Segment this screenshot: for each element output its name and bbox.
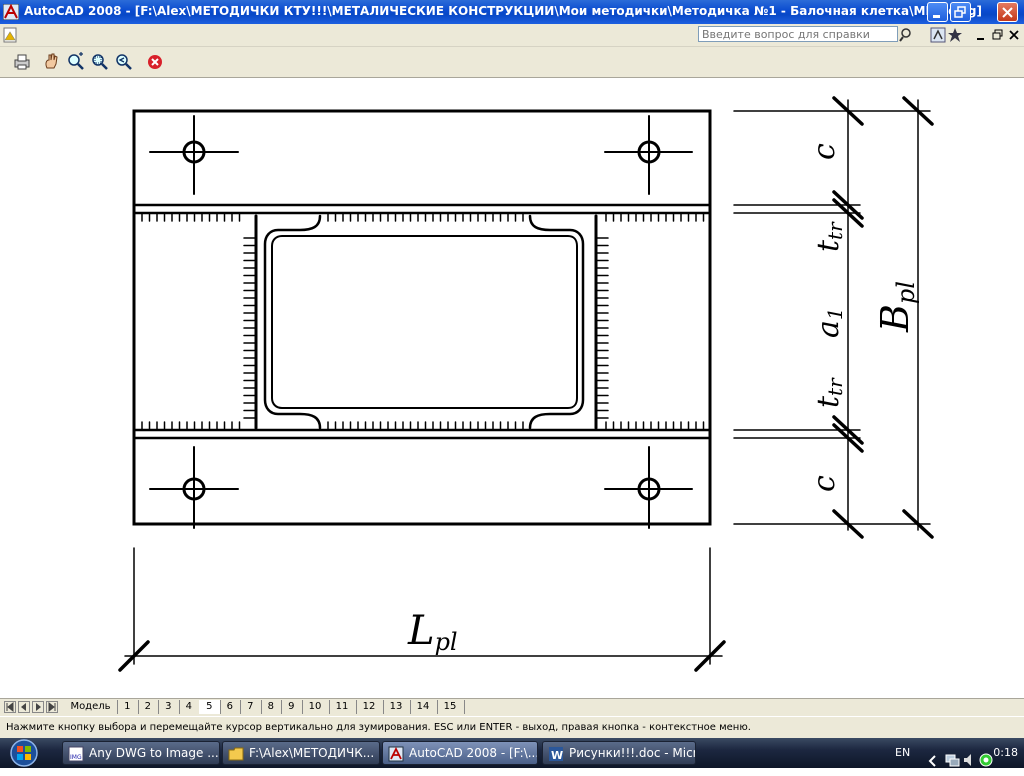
tab-layout[interactable]: 3 <box>158 700 180 714</box>
weld-ticks-right <box>595 237 609 419</box>
command-line: Нажмите кнопку выбора и перемещайте курс… <box>0 716 1024 739</box>
tab-layout[interactable]: 4 <box>179 700 200 714</box>
dim-label-ttr-bottom: ttr <box>811 377 847 408</box>
close-button[interactable] <box>997 2 1018 22</box>
doc-close-icon[interactable] <box>1006 27 1022 43</box>
zoom-previous-icon[interactable] <box>114 52 134 72</box>
comm-center-icon[interactable] <box>930 27 946 43</box>
tab-layout[interactable]: 15 <box>437 700 465 714</box>
tray-expand-icon[interactable] <box>926 746 940 776</box>
beam-splice-drawing: c ttr a1 ttr c Bpl Lpl <box>118 96 934 672</box>
taskbar-item-label: Any DWG to Image ... <box>89 746 219 760</box>
favorites-icon[interactable] <box>947 27 963 43</box>
dim-label-c-bottom: c <box>807 475 842 492</box>
dim-label-c-top: c <box>807 143 842 160</box>
dim-label-l: Lpl <box>407 608 458 656</box>
language-indicator[interactable]: EN <box>895 746 910 776</box>
start-button[interactable] <box>4 739 44 767</box>
tab-layout[interactable]: 1 <box>117 700 139 714</box>
folder-icon <box>228 747 244 761</box>
drawing-canvas[interactable]: c ttr a1 ttr c Bpl Lpl <box>0 78 1024 698</box>
tab-layout[interactable]: 2 <box>138 700 159 714</box>
close-preview-icon[interactable] <box>145 52 165 72</box>
menu-bar <box>0 24 1024 47</box>
tab-layout[interactable]: 7 <box>240 700 262 714</box>
tab-layout[interactable]: 5 <box>199 700 221 714</box>
clock[interactable]: 0:18 <box>988 746 1018 776</box>
dim-label-ttr-top: ttr <box>811 221 847 252</box>
svg-text:IMG: IMG <box>70 754 82 761</box>
zoom-realtime-icon[interactable] <box>66 52 86 72</box>
search-icon[interactable] <box>899 27 915 43</box>
speaker-icon[interactable] <box>962 745 978 775</box>
taskbar-item-label: AutoCAD 2008 - [F:\... <box>409 746 538 760</box>
channel-section <box>263 214 585 430</box>
taskbar-item-dwg-converter[interactable]: IMG Any DWG to Image ... <box>62 741 220 765</box>
layout-tabs-bar: Модель 1 2 3 4 5 6 7 8 9 10 11 12 13 14 15 <box>0 698 1024 716</box>
tab-layout[interactable]: 11 <box>329 700 357 714</box>
first-tab-icon[interactable] <box>4 701 16 713</box>
web-plates <box>254 214 598 430</box>
bolt-holes <box>149 115 693 529</box>
next-tab-icon[interactable] <box>32 701 44 713</box>
tab-layout[interactable]: 8 <box>261 700 282 714</box>
dim-label-a1: a1 <box>811 307 847 338</box>
doc-restore-icon[interactable] <box>990 27 1006 43</box>
tab-layout[interactable]: 12 <box>356 700 384 714</box>
zoom-window-icon[interactable] <box>90 52 110 72</box>
plate-outline <box>132 109 712 526</box>
doc-minimize-icon[interactable] <box>974 27 990 43</box>
restore-icon <box>954 6 966 18</box>
command-prompt: Нажмите кнопку выбора и перемещайте курс… <box>6 722 751 733</box>
tab-layout[interactable]: 13 <box>383 700 411 714</box>
taskbar-item-label: Рисунки!!!.doc - Micr... <box>569 746 696 760</box>
taskbar-item-folder[interactable]: F:\Alex\МЕТОДИЧК... <box>222 741 380 765</box>
restore-button[interactable] <box>950 2 971 22</box>
weld-ticks-left <box>243 237 257 419</box>
close-icon <box>1002 7 1013 18</box>
preview-toolbar <box>0 47 1024 78</box>
taskbar-item-word[interactable]: W Рисунки!!!.doc - Micr... <box>542 741 696 765</box>
tab-layout[interactable]: 10 <box>302 700 330 714</box>
tab-layout[interactable]: 9 <box>281 700 303 714</box>
pan-icon[interactable] <box>42 52 62 72</box>
channel-inner <box>271 235 578 409</box>
drawing-document-icon[interactable] <box>2 27 18 43</box>
top-flange <box>132 203 712 215</box>
autocad-icon <box>388 746 404 762</box>
dim-label-b: Bpl <box>873 281 920 333</box>
prev-tab-icon[interactable] <box>18 701 30 713</box>
print-icon[interactable] <box>12 52 32 72</box>
tab-layout[interactable]: 6 <box>220 700 241 714</box>
bottom-flange <box>132 428 712 440</box>
minimize-button[interactable] <box>927 2 948 22</box>
taskbar-item-autocad[interactable]: AutoCAD 2008 - [F:\... <box>382 741 538 765</box>
taskbar: IMG Any DWG to Image ... F:\Alex\МЕТОДИЧ… <box>0 738 1024 768</box>
title-bar: AutoCAD 2008 - [F:\Alex\МЕТОДИЧКИ КТУ!!!… <box>0 0 1024 24</box>
tab-model[interactable]: Модель <box>64 700 118 714</box>
last-tab-icon[interactable] <box>46 701 58 713</box>
minimize-icon <box>933 15 940 18</box>
window-title: AutoCAD 2008 - [F:\Alex\МЕТОДИЧКИ КТУ!!!… <box>24 4 982 18</box>
autocad-app-icon[interactable] <box>3 4 19 20</box>
svg-text:W: W <box>551 749 563 762</box>
word-icon: W <box>549 747 563 762</box>
network-icon[interactable] <box>944 745 960 775</box>
dwg-converter-icon: IMG <box>68 746 84 762</box>
help-search-input[interactable] <box>698 26 898 42</box>
taskbar-item-label: F:\Alex\МЕТОДИЧК... <box>249 746 375 760</box>
tab-layout[interactable]: 14 <box>410 700 438 714</box>
